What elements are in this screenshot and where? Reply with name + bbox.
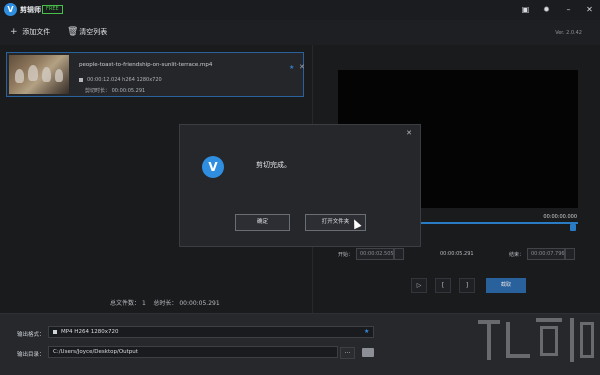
output-path-label: 输出目录： — [17, 352, 45, 358]
output-format-select[interactable]: MP4 H264 1280x720 — [48, 326, 374, 338]
ok-button[interactable]: 确定 — [235, 214, 290, 231]
browse-button[interactable]: ... — [340, 347, 355, 359]
window-icon[interactable]: ▣ — [520, 4, 531, 15]
watermark-logo — [470, 312, 600, 375]
plus-icon: + — [10, 27, 18, 37]
app-logo-icon: V — [4, 3, 17, 16]
output-path-input[interactable]: C:/Users/Joyce/Desktop/Output — [48, 346, 338, 358]
dialog-message: 剪切完成。 — [256, 161, 291, 169]
video-icon — [53, 329, 57, 334]
free-badge: FREE — [42, 5, 63, 14]
output-format-label: 输出格式： — [17, 332, 45, 338]
favorite-format-icon[interactable]: ★ — [364, 328, 369, 335]
close-icon[interactable]: ✕ — [584, 4, 595, 15]
folder-icon[interactable] — [362, 348, 374, 357]
version-label: Ver. 2.0.42 — [555, 30, 582, 36]
add-file-button[interactable]: + 添加文件 — [10, 26, 50, 39]
minimize-icon[interactable]: – — [563, 4, 574, 15]
app-title: 剪辑师 — [20, 6, 41, 14]
dialog-close-icon[interactable]: ✕ — [406, 129, 412, 137]
gear-icon[interactable]: ✹ — [541, 4, 552, 15]
title-bar: V 剪辑师 FREE ▣ ✹ – ✕ — [0, 0, 600, 20]
completion-dialog: ✕ V 剪切完成。 确定 打开文件夹 — [179, 124, 421, 247]
app-logo-icon: V — [202, 156, 224, 178]
trash-icon: 🗑 — [67, 27, 79, 37]
toolbar: + 添加文件 🗑 清空列表 Ver. 2.0.42 — [0, 20, 600, 45]
clear-list-button[interactable]: 🗑 清空列表 — [67, 26, 107, 39]
add-file-label: 添加文件 — [22, 28, 51, 36]
clear-list-label: 清空列表 — [79, 28, 108, 36]
